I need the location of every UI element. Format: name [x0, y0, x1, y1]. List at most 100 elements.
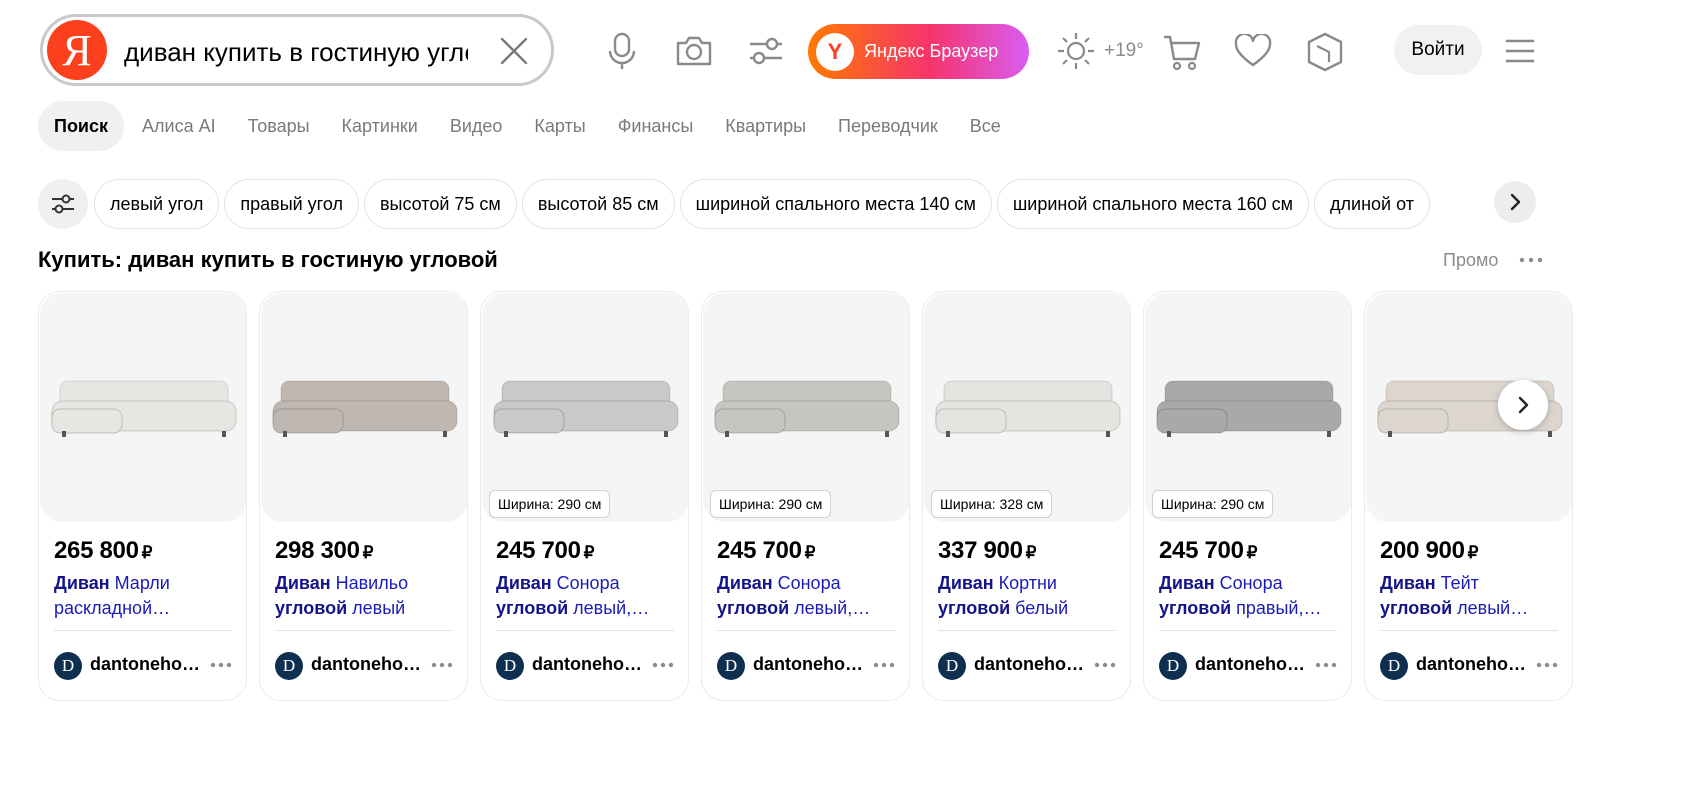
more-options-icon[interactable]	[1519, 252, 1543, 268]
shop-name[interactable]: dantoneho…	[1195, 654, 1308, 675]
tab-apartments[interactable]: Квартиры	[709, 101, 822, 151]
more-options-icon[interactable]	[873, 662, 895, 668]
price-value: 245 700	[496, 537, 581, 564]
chip-right-corner[interactable]: правый угол	[224, 179, 359, 229]
chip-sleep-width-160[interactable]: шириной спального места 160 см	[996, 179, 1310, 229]
product-image[interactable]: Ширина: 290 см	[703, 293, 909, 522]
tab-images[interactable]: Картинки	[326, 101, 434, 151]
product-image[interactable]: Ширина: 290 см	[1145, 293, 1351, 522]
tab-goods[interactable]: Товары	[232, 101, 326, 151]
cart-icon[interactable]	[1162, 34, 1202, 72]
more-options-icon[interactable]	[1315, 662, 1337, 668]
sofa-image	[272, 380, 458, 437]
product-title[interactable]: Диван Сонора угловой левый,…	[717, 571, 897, 621]
shop-name[interactable]: dantoneho…	[532, 654, 645, 675]
yandex-browser-button[interactable]: Y Яндекс Браузер	[808, 24, 1029, 79]
title-highlight: угловой	[717, 598, 790, 618]
cube-icon[interactable]	[1305, 32, 1345, 72]
camera-icon[interactable]	[675, 34, 713, 68]
more-options-icon[interactable]	[431, 662, 453, 668]
chip-height-85[interactable]: высотой 85 см	[521, 179, 675, 229]
tab-video[interactable]: Видео	[434, 101, 519, 151]
shop-avatar[interactable]: D	[938, 652, 966, 680]
shop-name[interactable]: dantoneho…	[90, 654, 203, 675]
shop-name[interactable]: dantoneho…	[753, 654, 866, 675]
tab-alisa[interactable]: Алиса AI	[126, 101, 232, 151]
shop-avatar[interactable]: D	[1159, 652, 1187, 680]
weather-sun-icon[interactable]	[1056, 31, 1096, 71]
title-highlight: угловой	[938, 598, 1011, 618]
tab-finance[interactable]: Финансы	[602, 101, 710, 151]
chip-sleep-width-140[interactable]: шириной спального места 140 см	[679, 179, 992, 229]
product-card[interactable]: 200 900 ₽ Диван Тейт угловой левый… Ddantone…	[1364, 291, 1573, 701]
shop-avatar[interactable]: D	[54, 652, 82, 680]
more-options-icon[interactable]	[1536, 662, 1558, 668]
tab-all[interactable]: Все	[954, 101, 1017, 151]
title-highlight: Диван	[1159, 573, 1215, 593]
product-title[interactable]: Диван Сонора угловой левый,…	[496, 571, 676, 621]
width-badge: Ширина: 328 см	[931, 490, 1053, 518]
width-badge: Ширина: 290 см	[710, 490, 832, 518]
product-card[interactable]: Ширина: 290 см 245 700 ₽ Диван Сонора углово…	[480, 291, 689, 701]
more-options-icon[interactable]	[1094, 662, 1116, 668]
shop-name[interactable]: dantoneho…	[1416, 654, 1529, 675]
tab-search[interactable]: Поиск	[38, 101, 125, 151]
filters-icon[interactable]	[747, 34, 785, 68]
title-text: левый,…	[789, 598, 871, 618]
chip-height-75[interactable]: высотой 75 см	[363, 179, 517, 229]
login-button[interactable]: Войти	[1394, 25, 1482, 75]
shop-avatar[interactable]: D	[1380, 652, 1408, 680]
tab-translator[interactable]: Переводчик	[822, 101, 954, 151]
product-title[interactable]: Диван Кортни угловой белый	[938, 571, 1118, 621]
chip-left-corner[interactable]: левый угол	[94, 179, 220, 229]
tab-maps[interactable]: Карты	[518, 101, 601, 151]
title-text: Тейт	[1435, 573, 1479, 593]
weather-temperature[interactable]: +19°	[1104, 40, 1144, 62]
chips-scroll-right-button[interactable]	[1494, 181, 1536, 223]
product-card[interactable]: Ширина: 290 см 245 700 ₽ Диван Сонора углово…	[1143, 291, 1352, 701]
shop-name[interactable]: dantoneho…	[311, 654, 424, 675]
title-highlight: угловой	[275, 598, 348, 618]
divider	[1159, 630, 1337, 631]
product-title[interactable]: Диван Сонора угловой правый,…	[1159, 571, 1339, 621]
product-image[interactable]	[40, 293, 246, 522]
title-text: правый,…	[1231, 598, 1322, 618]
shop-avatar[interactable]: D	[717, 652, 745, 680]
title-highlight: Диван	[54, 573, 110, 593]
title-text: левый	[347, 598, 406, 618]
hamburger-menu-icon[interactable]	[1505, 38, 1535, 64]
products-scroll-right-button[interactable]	[1498, 380, 1548, 430]
product-image[interactable]: Ширина: 290 см	[482, 293, 688, 522]
product-card[interactable]: Ширина: 290 см 245 700 ₽ Диван Сонора углово…	[701, 291, 910, 701]
product-image[interactable]	[261, 293, 467, 522]
yandex-logo[interactable]: Я	[47, 20, 107, 80]
product-card[interactable]: 298 300 ₽ Диван Навильо угловой левый Ddanto…	[259, 291, 468, 701]
product-card[interactable]: 265 800 ₽ Диван Марли раскладной… Ddantoneh…	[38, 291, 247, 701]
title-text: левый…	[1452, 598, 1529, 618]
product-title[interactable]: Диван Навильо угловой левый	[275, 571, 455, 621]
close-icon[interactable]	[498, 35, 530, 67]
sofa-image	[935, 380, 1121, 437]
shop-avatar[interactable]: D	[275, 652, 303, 680]
width-badge: Ширина: 290 см	[1152, 490, 1274, 518]
search-input[interactable]: диван купить в гостиную углов	[124, 34, 468, 70]
heart-icon[interactable]	[1234, 34, 1272, 68]
shop-name[interactable]: dantoneho…	[974, 654, 1087, 675]
title-text: Сонора	[772, 573, 841, 593]
product-card[interactable]: Ширина: 328 см 337 900 ₽ Диван Кортни углово…	[922, 291, 1131, 701]
more-options-icon[interactable]	[652, 662, 674, 668]
filter-settings-button[interactable]	[38, 179, 88, 229]
product-price: 265 800 ₽	[54, 537, 152, 565]
product-title[interactable]: Диван Тейт угловой левый…	[1380, 571, 1560, 621]
title-highlight: Диван	[938, 573, 994, 593]
product-title[interactable]: Диван Марли раскладной…	[54, 571, 234, 621]
title-text: Кортни	[993, 573, 1057, 593]
product-image[interactable]: Ширина: 328 см	[924, 293, 1130, 522]
chip-length-from[interactable]: длиной от	[1314, 179, 1430, 229]
chevron-right-icon	[1518, 396, 1529, 414]
microphone-icon[interactable]	[604, 32, 640, 70]
title-text: Сонора	[551, 573, 620, 593]
shop-avatar[interactable]: D	[496, 652, 524, 680]
sofa-image	[714, 380, 900, 437]
more-options-icon[interactable]	[210, 662, 232, 668]
